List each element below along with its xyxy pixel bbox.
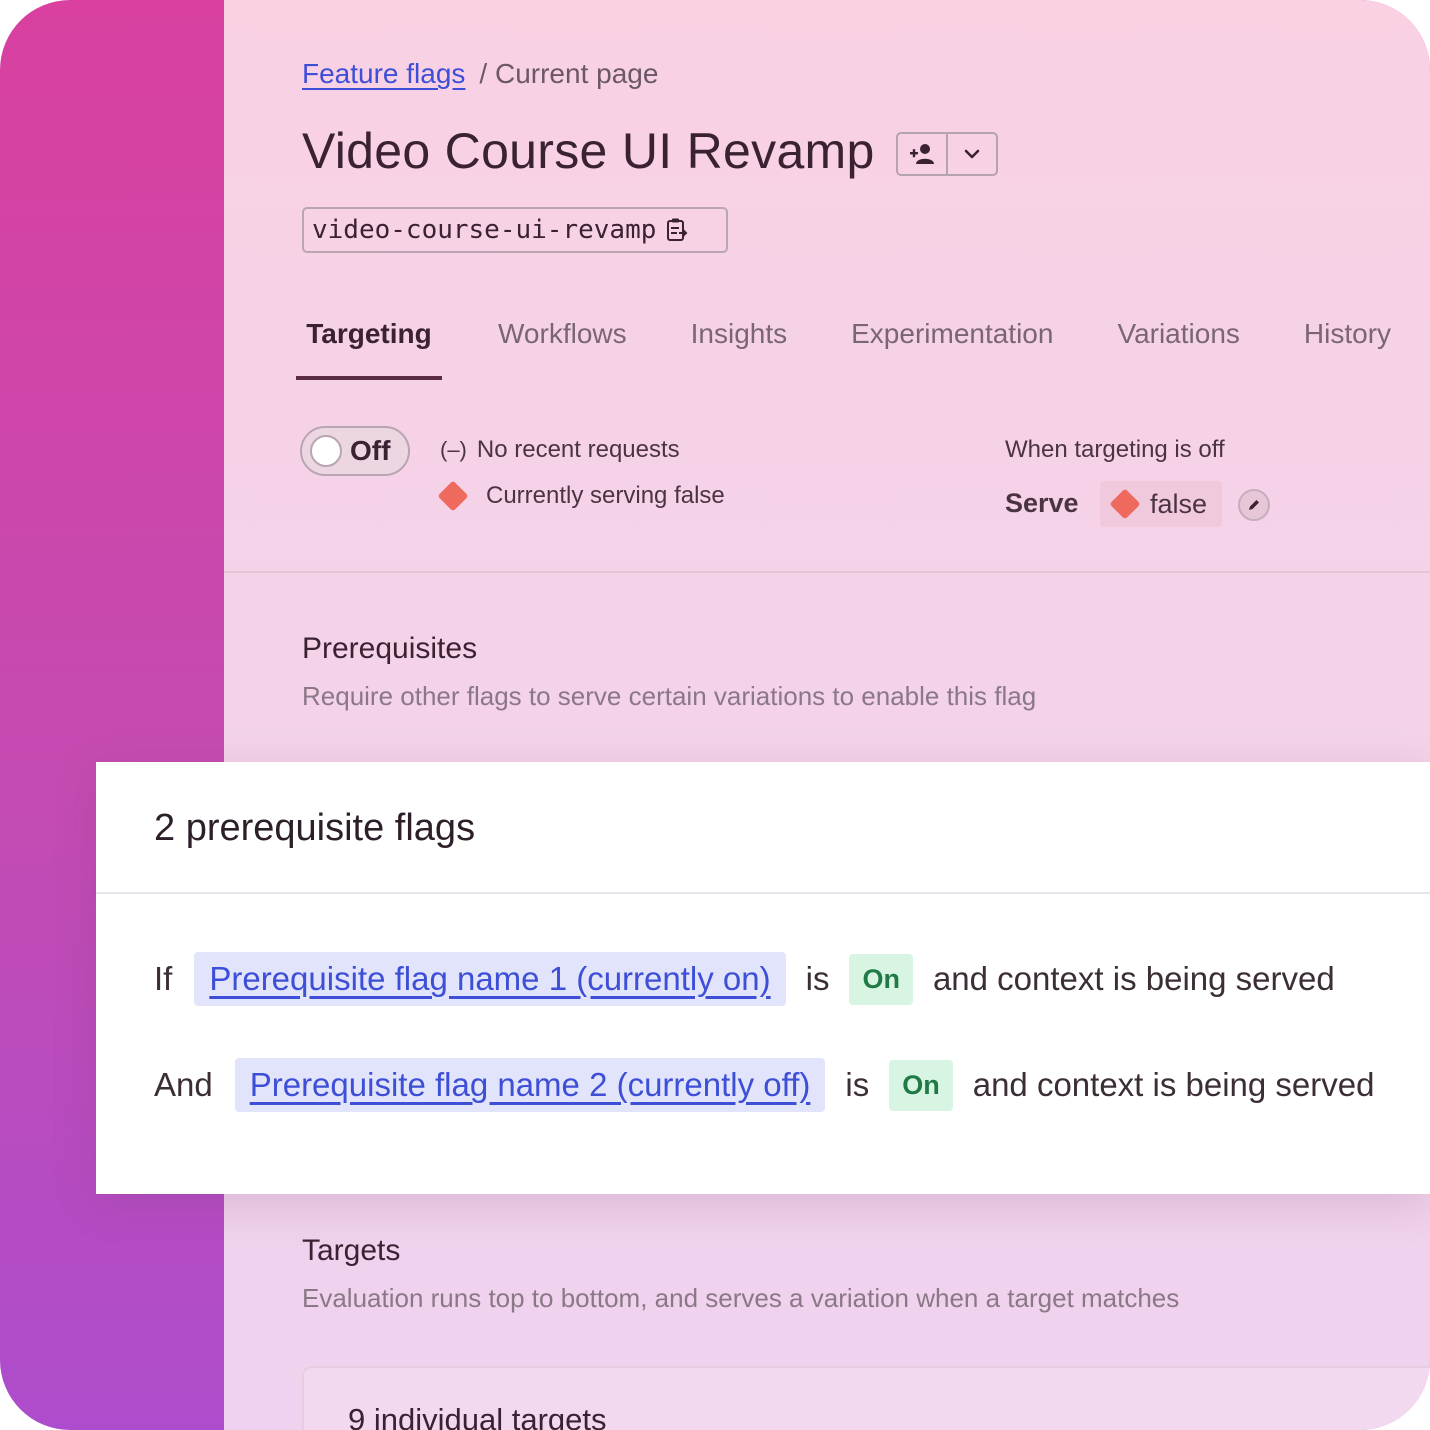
row-is: is [805, 960, 830, 997]
variation-false-icon [437, 480, 469, 512]
chevron-down-icon [964, 149, 980, 159]
prerequisite-count-title: 2 prerequisite flags [154, 807, 476, 849]
flag-actions-group [896, 132, 998, 176]
flag-key: video-course-ui-revamp [312, 215, 657, 245]
prerequisite-flags-card: 2 prerequisite flags If Prerequisite fla… [96, 762, 1430, 1194]
recent-requests-status: (–) No recent requests [440, 436, 680, 464]
flag-key-field: video-course-ui-revamp [302, 207, 728, 253]
breadcrumb: Feature flags / Current page [302, 58, 658, 90]
copy-key-button[interactable] [666, 217, 688, 243]
row-tail: and context is being served [972, 1066, 1375, 1103]
prerequisite-flag-link[interactable]: Prerequisite flag name 1 (currently on) [194, 952, 786, 1006]
targeting-toggle[interactable]: Off [300, 426, 410, 476]
variation-on-badge: On [889, 1059, 953, 1111]
variation-on-badge: On [849, 953, 913, 1005]
flag-tabs: Targeting Workflows Insights Experimenta… [296, 300, 1391, 380]
prerequisite-flag-link[interactable]: Prerequisite flag name 2 (currently off) [234, 1058, 826, 1112]
row-keyword: And [154, 1066, 213, 1103]
targets-heading: Targets [302, 1234, 401, 1267]
prerequisites-description: Require other flags to serve certain var… [302, 681, 1037, 711]
tab-targeting[interactable]: Targeting [296, 300, 442, 380]
toggle-knob [310, 435, 342, 467]
breadcrumb-current: / Current page [479, 58, 659, 89]
variation-false-icon [1109, 488, 1141, 520]
breadcrumb-feature-flags-link[interactable]: Feature flags [302, 58, 465, 89]
tab-insights[interactable]: Insights [691, 300, 788, 380]
row-keyword: If [154, 960, 173, 997]
individual-targets-title: 9 individual targets [348, 1402, 607, 1430]
row-tail: and context is being served [932, 960, 1335, 997]
section-divider [224, 571, 1430, 573]
tab-variations[interactable]: Variations [1117, 300, 1239, 380]
tab-workflows[interactable]: Workflows [498, 300, 627, 380]
page-title: Video Course UI Revamp [302, 123, 875, 179]
prerequisite-row: If Prerequisite flag name 1 (currently o… [154, 952, 1335, 1006]
serving-status: Currently serving false [437, 480, 725, 512]
serve-label: Serve [1005, 488, 1079, 518]
app-frame: Feature flags / Current page Video Course… [0, 0, 1430, 1430]
pencil-icon [1249, 500, 1259, 510]
edit-off-variation-button[interactable] [1238, 489, 1270, 521]
off-variation-pill: false [1100, 481, 1222, 527]
follow-button[interactable] [898, 134, 946, 174]
prerequisite-row: And Prerequisite flag name 2 (currently … [154, 1058, 1374, 1112]
row-is: is [845, 1066, 870, 1103]
no-requests-icon: (–) [440, 437, 467, 462]
tab-history[interactable]: History [1304, 300, 1391, 380]
prerequisites-heading: Prerequisites [302, 632, 478, 665]
add-person-icon [910, 144, 934, 164]
tab-experimentation[interactable]: Experimentation [851, 300, 1053, 380]
recent-requests-text: No recent requests [476, 436, 680, 463]
serving-text: Currently serving false [486, 482, 725, 509]
off-serve-heading: When targeting is off [1005, 436, 1225, 463]
card-divider [96, 892, 1430, 894]
targets-description: Evaluation runs top to bottom, and serve… [302, 1283, 1180, 1313]
off-variation-value: false [1150, 488, 1208, 519]
toggle-label: Off [350, 435, 391, 466]
individual-targets-card: 9 individual targets [302, 1366, 1430, 1430]
more-actions-button[interactable] [946, 134, 996, 174]
clipboard-copy-icon [667, 218, 688, 241]
